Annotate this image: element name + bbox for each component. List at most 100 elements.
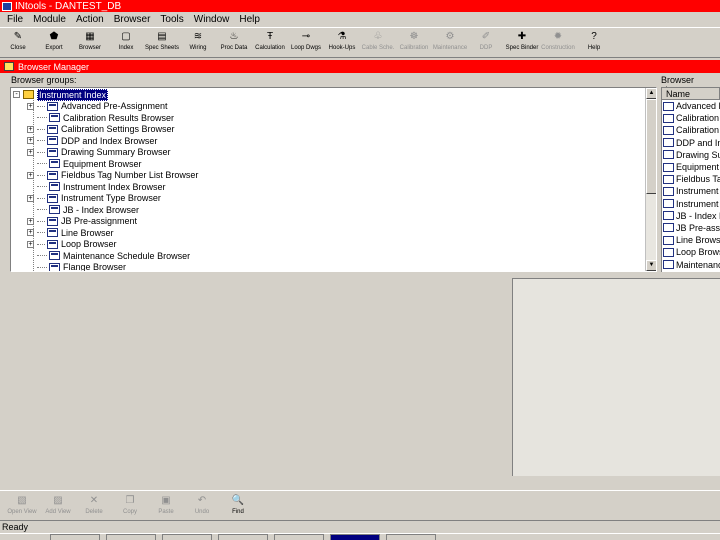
tree-item[interactable]: + Loop Browser <box>27 239 117 251</box>
view-list-item[interactable]: Drawing Sum <box>662 149 720 161</box>
menu-action[interactable]: Action <box>71 14 109 25</box>
taskbar-button[interactable] <box>386 534 436 540</box>
tree-item[interactable]: + Calibration Settings Browser <box>27 124 175 136</box>
export-button[interactable]: ⬟ Export <box>36 28 72 58</box>
taskbar-button[interactable] <box>106 534 156 540</box>
tree-item-label: Calibration Results Browser <box>63 112 175 123</box>
menu-tools[interactable]: Tools <box>155 14 188 25</box>
tree-item[interactable]: + Fieldbus Tag Number List Browser <box>27 170 198 182</box>
ddp-button[interactable]: ✐ DDP <box>468 28 504 58</box>
spec-sheets-icon: ▤ <box>157 31 167 42</box>
spec-binder-button[interactable]: ✚ Spec Binder <box>504 28 540 58</box>
tree-item[interactable]: Flange Browser <box>27 262 126 271</box>
tree-item[interactable]: + Advanced Pre-Assignment <box>27 101 168 113</box>
browser-views-list[interactable]: Name Advanced PCalibration RCalibration … <box>661 87 720 272</box>
toolbar-label: Proc Data <box>220 45 248 51</box>
tree-item-label: Line Browser <box>61 227 114 238</box>
help-button[interactable]: ? Help <box>576 28 612 58</box>
view-list-item[interactable]: Equipment B <box>662 161 720 173</box>
menu-browser[interactable]: Browser <box>109 14 156 25</box>
scroll-up-arrow-icon[interactable]: ▲ <box>646 88 656 99</box>
view-list-item[interactable]: Instrument In <box>662 185 720 197</box>
spec-sheets-button[interactable]: ▤ Spec Sheets <box>144 28 180 58</box>
expand-icon[interactable]: + <box>27 240 34 248</box>
view-list-item[interactable]: Maintenance <box>662 258 720 270</box>
copy-button[interactable]: ❐ Copy <box>112 491 148 520</box>
toolbar-label: Spec Sheets <box>144 45 180 51</box>
view-list-item[interactable]: Fieldbus Tag <box>662 173 720 185</box>
loop-drawings-button[interactable]: ⊸ Loop Dwgs <box>288 28 324 58</box>
view-list-item[interactable]: Loop Brows <box>662 246 720 258</box>
tree-root-item[interactable]: - Instrument Index <box>13 88 109 101</box>
undo-button[interactable]: ↶ Undo <box>184 491 220 520</box>
tree-item[interactable]: + Instrument Type Browser <box>27 193 161 205</box>
menu-window[interactable]: Window <box>189 14 235 25</box>
browser-view-icon <box>663 260 674 270</box>
tree-item[interactable]: + DDP and Index Browser <box>27 135 157 147</box>
tree-item[interactable]: + Drawing Summary Browser <box>27 147 171 159</box>
views-column-header-name[interactable]: Name <box>662 88 720 100</box>
taskbar-button[interactable] <box>50 534 100 540</box>
view-list-item[interactable]: JB Pre-assig <box>662 222 720 234</box>
tree-scrollbar[interactable]: ▲ ▼ <box>645 88 656 271</box>
expand-icon[interactable]: + <box>27 194 34 202</box>
expand-icon[interactable]: + <box>27 137 34 145</box>
view-list-item[interactable]: DDP and Ind <box>662 137 720 149</box>
view-list-item[interactable]: JB - Index B <box>662 210 720 222</box>
browser-button[interactable]: ▦ Browser <box>72 28 108 58</box>
view-list-item[interactable]: Instrument Ty <box>662 198 720 210</box>
help-icon: ? <box>591 31 597 42</box>
maintenance-button[interactable]: ⚙ Maintenance <box>432 28 468 58</box>
browser-groups-tree[interactable]: ▲ ▼ - Instrument Index + Advanced Pre-Assig… <box>10 87 657 272</box>
view-list-item[interactable]: Line Browser <box>662 234 720 246</box>
add-view-button[interactable]: ▨ Add View <box>40 491 76 520</box>
delete-button[interactable]: ✕ Delete <box>76 491 112 520</box>
close-button[interactable]: ✎ Close <box>0 28 36 58</box>
menu-file[interactable]: File <box>2 14 28 25</box>
wiring-button[interactable]: ≋ Wiring <box>180 28 216 58</box>
view-list-item[interactable]: Advanced P <box>662 100 720 112</box>
bottom-toolbar-label: Open View <box>7 509 37 515</box>
tree-item[interactable]: Maintenance Schedule Browser <box>27 250 190 262</box>
calibration-button[interactable]: ☸ Calibration <box>396 28 432 58</box>
collapse-icon[interactable]: - <box>13 91 20 99</box>
construction-button[interactable]: ✹ Construction <box>540 28 576 58</box>
tree-item[interactable]: Equipment Browser <box>27 158 142 170</box>
taskbar-button[interactable] <box>162 534 212 540</box>
preview-pane <box>512 278 720 476</box>
scroll-down-arrow-icon[interactable]: ▼ <box>646 260 656 271</box>
tree-item[interactable]: Calibration Results Browser <box>27 112 174 124</box>
index-icon: ▢ <box>121 31 131 42</box>
expand-icon[interactable]: + <box>27 217 34 225</box>
calculation-button[interactable]: Ŧ Calculation <box>252 28 288 58</box>
hook-ups-button[interactable]: ⚗ Hook-Ups <box>324 28 360 58</box>
expand-icon[interactable]: + <box>27 171 34 179</box>
tree-item[interactable]: Instrument Index Browser <box>27 181 166 193</box>
view-list-item[interactable]: Calibration S <box>662 124 720 136</box>
taskbar-button[interactable] <box>274 534 324 540</box>
cable-schedule-button[interactable]: ♧ Cable Sche. <box>360 28 396 58</box>
expand-icon[interactable]: + <box>27 102 34 110</box>
view-list-item[interactable]: Calibration R <box>662 112 720 124</box>
index-button[interactable]: ▢ Index <box>108 28 144 58</box>
browser-view-icon <box>49 159 60 169</box>
tree-item[interactable]: + Line Browser <box>27 227 114 239</box>
expand-icon[interactable]: + <box>27 229 34 237</box>
menu-help[interactable]: Help <box>234 14 265 25</box>
tree-item[interactable]: + JB Pre-assignment <box>27 216 137 228</box>
wiring-icon: ≋ <box>193 31 203 42</box>
expand-icon[interactable]: + <box>27 148 34 156</box>
taskbar-button-active[interactable] <box>330 534 380 540</box>
taskbar-button[interactable] <box>218 534 268 540</box>
expand-icon[interactable]: + <box>27 125 34 133</box>
tree-item[interactable]: JB - Index Browser <box>27 204 139 216</box>
process-data-button[interactable]: ♨ Proc Data <box>216 28 252 58</box>
paste-button[interactable]: ▣ Paste <box>148 491 184 520</box>
find-button[interactable]: 🔍 Find <box>220 491 256 520</box>
scroll-thumb[interactable] <box>646 99 656 194</box>
open-view-button[interactable]: ▧ Open View <box>4 491 40 520</box>
spec-binder-icon: ✚ <box>517 31 527 42</box>
toolbar-label: Browser <box>78 45 101 51</box>
browser-view-icon <box>47 136 58 146</box>
menu-module[interactable]: Module <box>28 14 71 25</box>
